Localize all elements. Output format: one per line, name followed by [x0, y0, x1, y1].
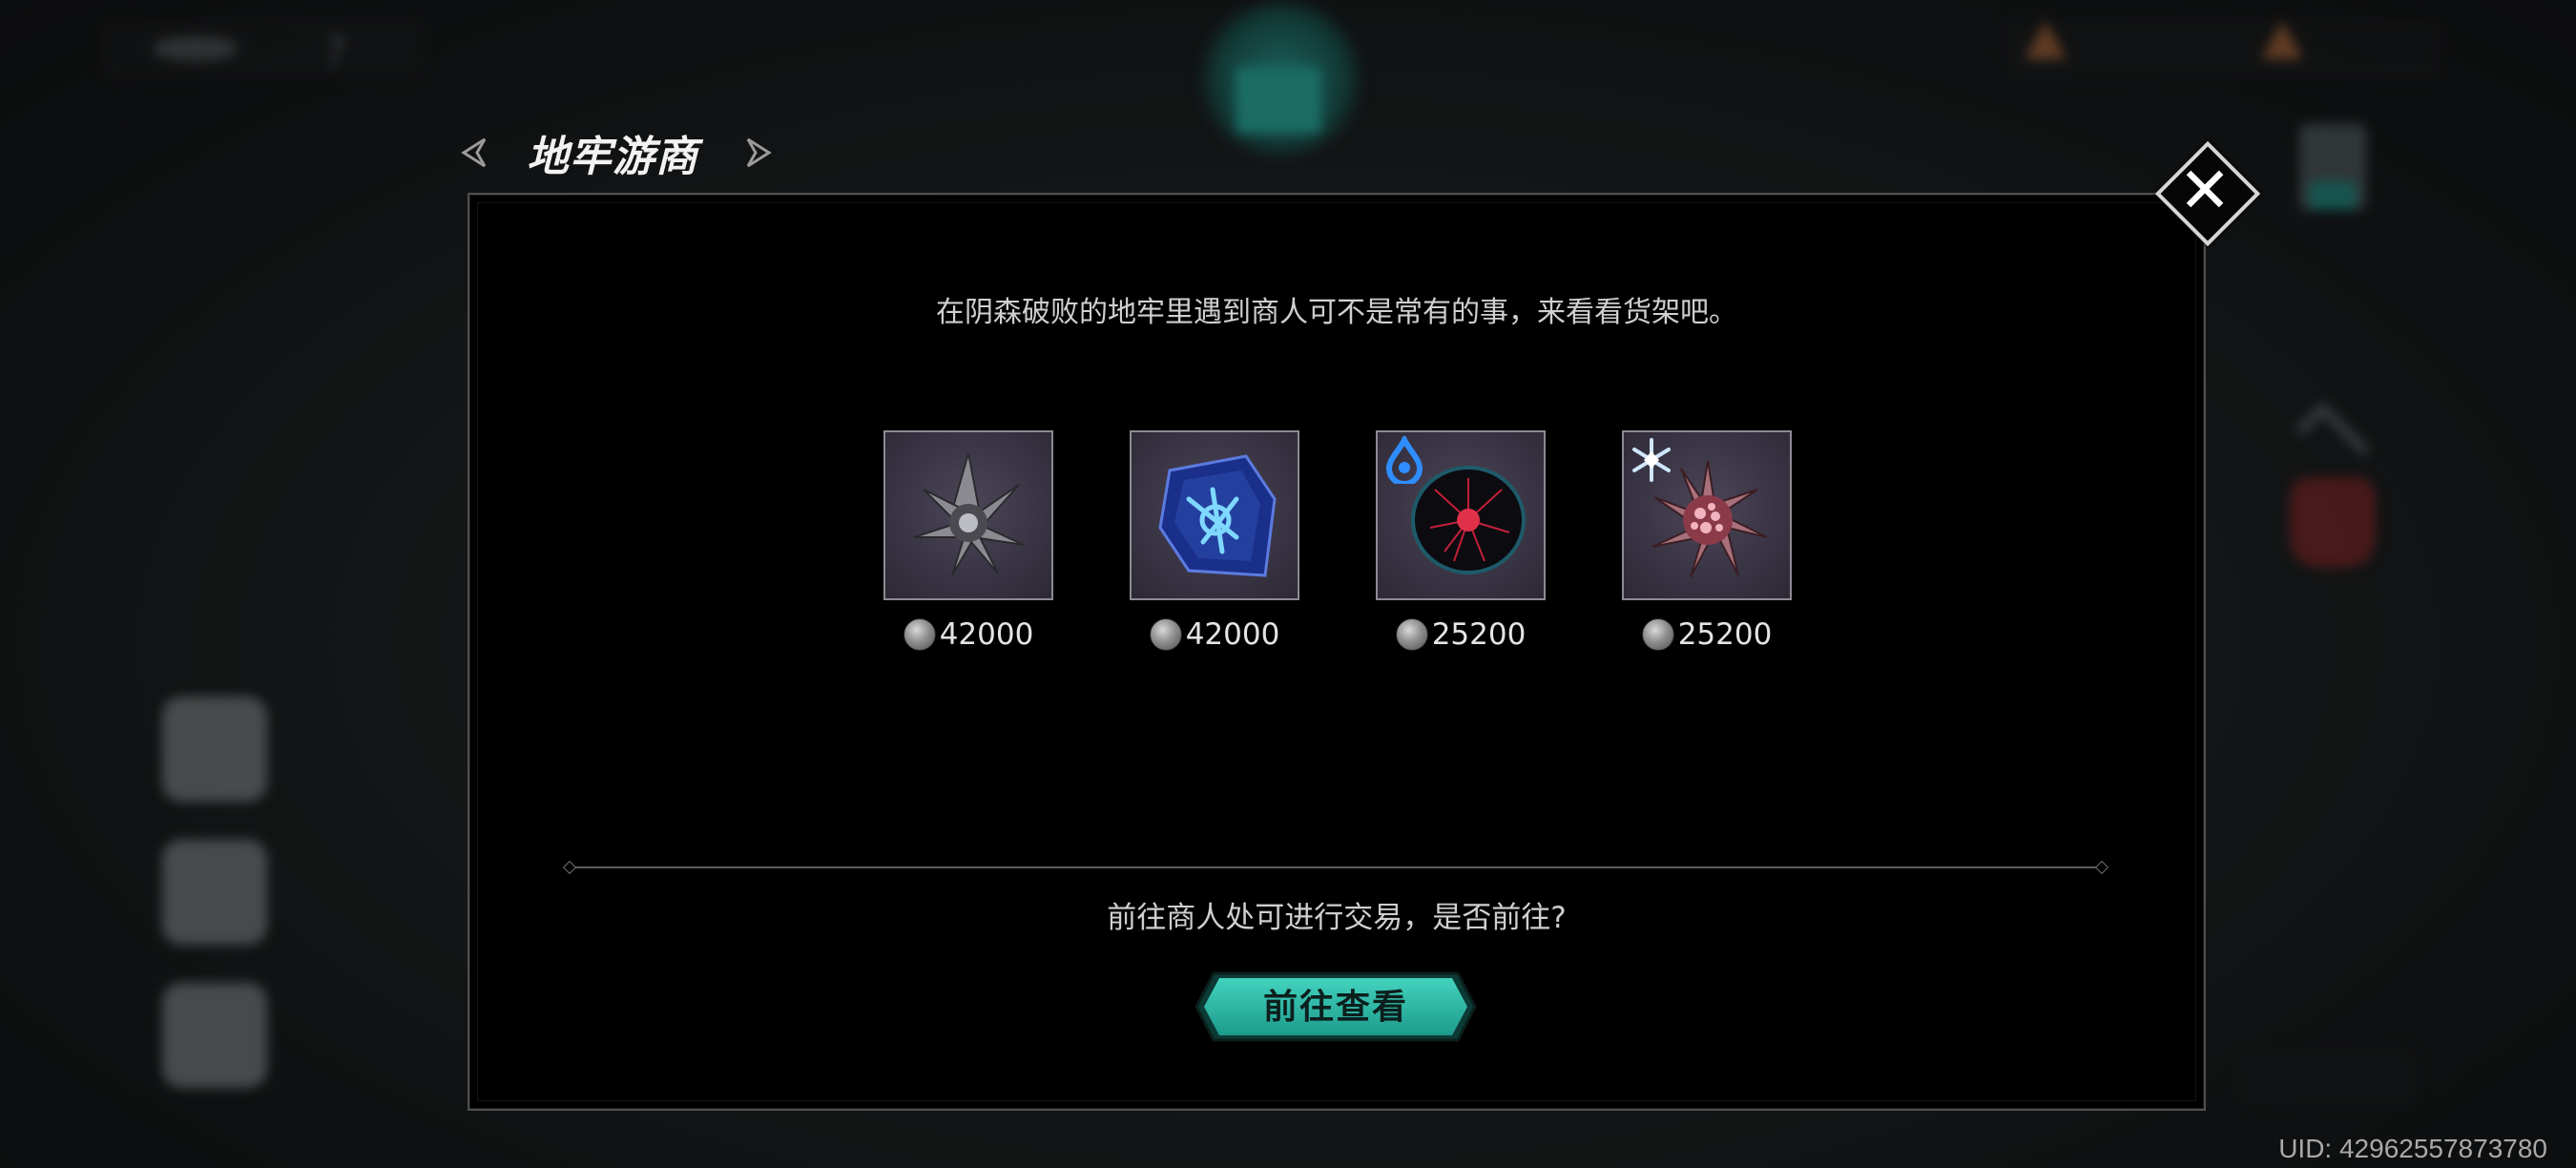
- blue-rune-stone-icon: [1158, 454, 1277, 577]
- shop-item[interactable]: 42000: [1130, 430, 1299, 652]
- merchant-dialog: 在阴森破败的地牢里遇到商人可不是常有的事，来看看货架吧。 42000 42000…: [467, 193, 2206, 1111]
- go-view-label: 前往查看: [1262, 987, 1408, 1027]
- coin-icon: [1149, 618, 1182, 651]
- dark-crystal-cluster-icon: [913, 452, 1025, 576]
- shop-item[interactable]: 25200: [1622, 430, 1792, 652]
- trophy-icon: [162, 840, 267, 945]
- shop-item[interactable]: 42000: [883, 430, 1053, 652]
- user-id: UID: 42962557873780: [2278, 1134, 2547, 1163]
- coin-icon: [1395, 618, 1428, 651]
- item-slot[interactable]: [1130, 430, 1299, 600]
- arrow-left-icon[interactable]: [458, 136, 488, 170]
- coin-icon: [903, 618, 936, 651]
- resource-icon: [2025, 21, 2067, 59]
- price-value: 42000: [1185, 617, 1280, 652]
- go-view-button[interactable]: 前往查看: [1193, 970, 1479, 1044]
- price-value: 25200: [1677, 617, 1773, 652]
- coin-icon: [1641, 618, 1674, 651]
- arrow-right-icon[interactable]: [744, 136, 775, 170]
- item-price: 42000: [903, 617, 1034, 652]
- item-price: 25200: [1641, 617, 1773, 652]
- price-value: 42000: [939, 617, 1034, 652]
- close-icon: ✕: [2178, 154, 2232, 227]
- dialog-description: 在阴森破败的地牢里遇到商人可不是常有的事，来看看货架吧。: [936, 296, 1737, 329]
- item-slot[interactable]: [883, 430, 1053, 600]
- confirm-question: 前往商人处可进行交易，是否前往?: [1107, 901, 1567, 935]
- resource-icon: [2261, 21, 2303, 59]
- item-price: 25200: [1395, 617, 1527, 652]
- item-slot[interactable]: [1622, 430, 1792, 600]
- item-price: 42000: [1149, 617, 1280, 652]
- top-left-hud: [100, 19, 425, 78]
- chevron-up-icon: [2296, 402, 2370, 476]
- help-icon: ?: [324, 29, 347, 77]
- water-drop-icon: [1385, 436, 1423, 484]
- side-menu-icon: [162, 697, 267, 802]
- top-right-hud: [2004, 19, 2442, 78]
- side-menu-icon: [162, 983, 267, 1088]
- price-value: 25200: [1431, 617, 1527, 652]
- eye-icon: [153, 36, 239, 61]
- page-title: 地牢游商: [527, 133, 698, 181]
- divider: [571, 866, 2101, 868]
- item-slot[interactable]: [1376, 430, 1546, 600]
- dialog-title-row: 地牢游商: [458, 119, 775, 186]
- background-button: [2237, 1050, 2419, 1107]
- chest-icon: [1236, 67, 1321, 134]
- snowflake-icon: [1632, 438, 1671, 482]
- item-list: 42000 42000 25200 25200: [883, 430, 1792, 652]
- shop-item[interactable]: 25200: [1376, 430, 1546, 652]
- hourglass-sand-icon: [2309, 181, 2357, 210]
- armor-icon: [2290, 477, 2376, 568]
- close-button[interactable]: ✕: [2154, 140, 2261, 247]
